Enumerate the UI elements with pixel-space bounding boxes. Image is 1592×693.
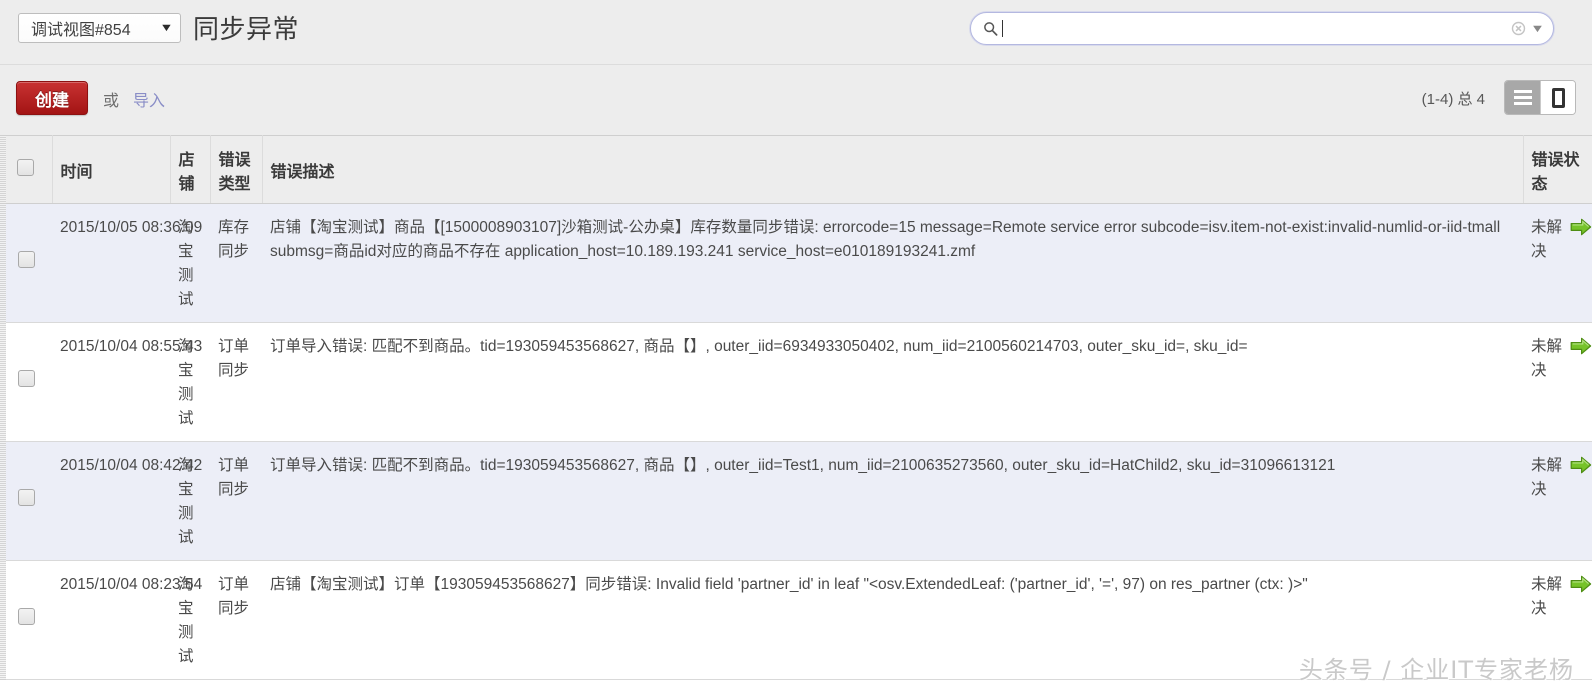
cell-time: 2015/10/04 08:55:43 bbox=[52, 322, 202, 443]
clear-icon[interactable] bbox=[1511, 21, 1526, 36]
cell-error-description: 订单导入错误: 匹配不到商品。tid=193059453568627, 商品【】… bbox=[262, 322, 1523, 443]
form-view-button[interactable] bbox=[1540, 81, 1575, 114]
status-badge: 未解决 bbox=[1531, 335, 1591, 383]
column-header-error-desc[interactable]: 错误描述 bbox=[262, 135, 1524, 204]
page-title: 同步异常 bbox=[193, 14, 300, 44]
table-row[interactable]: 2015/10/04 08:55:43 淘宝测试 订单同步 订单导入错误: 匹配… bbox=[0, 322, 1592, 443]
table-row[interactable]: 2015/10/04 08:23:54 淘宝测试 订单同步 店铺【淘宝测试】订单… bbox=[0, 560, 1592, 681]
status-badge: 未解决 bbox=[1531, 573, 1591, 621]
status-text: 未解决 bbox=[1531, 576, 1563, 618]
cell-time: 2015/10/04 08:42:42 bbox=[52, 441, 202, 562]
cell-shop-text: 淘宝测试 bbox=[178, 338, 194, 428]
table-row[interactable]: 2015/10/05 08:36:09 淘宝测试 库存同步 店铺【淘宝测试】商品… bbox=[0, 203, 1592, 324]
cell-error-status: 未解决 bbox=[1523, 203, 1592, 324]
green-arrow-right-icon[interactable] bbox=[1570, 575, 1592, 593]
select-all-header[interactable] bbox=[0, 135, 53, 204]
search-dropdown-icon[interactable]: ▼ bbox=[1530, 23, 1545, 35]
cell-error-type-text: 订单同步 bbox=[218, 338, 250, 380]
row-select-cell[interactable] bbox=[0, 203, 52, 324]
status-text: 未解决 bbox=[1531, 338, 1563, 380]
search-icon bbox=[984, 22, 998, 36]
cell-error-description: 店铺【淘宝测试】订单【193059453568627】同步错误: Invalid… bbox=[262, 560, 1523, 681]
row-checkbox[interactable] bbox=[17, 607, 35, 625]
cell-error-description: 订单导入错误: 匹配不到商品。tid=193059453568627, 商品【】… bbox=[262, 441, 1523, 562]
status-text: 未解决 bbox=[1531, 219, 1563, 261]
cell-time: 2015/10/04 08:23:54 bbox=[52, 560, 202, 681]
cell-error-status: 未解决 bbox=[1523, 560, 1592, 681]
table-header: 时间 店铺 错误类型 错误描述 错误状态 bbox=[0, 135, 1592, 204]
cell-error-status: 未解决 bbox=[1523, 322, 1592, 443]
cell-error-type-text: 订单同步 bbox=[218, 576, 250, 618]
top-bar: 调试视图#854 ▼ 同步异常 ▼ bbox=[0, 0, 1592, 65]
cell-error-type: 库存同步 bbox=[210, 203, 262, 324]
green-arrow-right-icon[interactable] bbox=[1570, 218, 1592, 236]
row-select-cell[interactable] bbox=[0, 322, 52, 443]
row-select-cell[interactable] bbox=[0, 560, 52, 681]
chevron-down-icon: ▼ bbox=[159, 22, 174, 34]
search-bar[interactable]: ▼ bbox=[970, 12, 1554, 45]
or-label: 或 bbox=[103, 93, 120, 110]
status-badge: 未解决 bbox=[1531, 454, 1591, 502]
form-view-icon bbox=[1551, 87, 1565, 108]
cell-shop-text: 淘宝测试 bbox=[178, 457, 194, 547]
list-view-icon bbox=[1513, 90, 1532, 105]
view-selector-label: 调试视图#854 bbox=[31, 22, 131, 39]
column-header-time[interactable]: 时间 bbox=[52, 135, 171, 204]
view-mode-toggle[interactable] bbox=[1504, 80, 1576, 115]
cell-shop-text: 淘宝测试 bbox=[178, 219, 194, 309]
search-input[interactable] bbox=[1003, 16, 1512, 41]
status-text: 未解决 bbox=[1531, 457, 1563, 499]
cell-error-type-text: 库存同步 bbox=[218, 219, 250, 261]
select-all-checkbox[interactable] bbox=[17, 158, 35, 176]
cell-error-type: 订单同步 bbox=[210, 441, 262, 562]
column-header-error-type[interactable]: 错误类型 bbox=[210, 135, 263, 204]
row-select-cell[interactable] bbox=[0, 441, 52, 562]
table-row[interactable]: 2015/10/04 08:42:42 淘宝测试 订单同步 订单导入错误: 匹配… bbox=[0, 441, 1592, 562]
row-checkbox[interactable] bbox=[17, 369, 35, 387]
green-arrow-right-icon[interactable] bbox=[1570, 456, 1592, 474]
table-header-row: 时间 店铺 错误类型 错误描述 错误状态 bbox=[0, 135, 1592, 204]
table-body: 2015/10/05 08:36:09 淘宝测试 库存同步 店铺【淘宝测试】商品… bbox=[0, 203, 1592, 681]
green-arrow-right-icon[interactable] bbox=[1570, 337, 1592, 355]
status-badge: 未解决 bbox=[1531, 216, 1591, 264]
list-view-button[interactable] bbox=[1505, 81, 1540, 114]
column-header-shop[interactable]: 店铺 bbox=[170, 135, 211, 204]
cell-error-type: 订单同步 bbox=[210, 322, 262, 443]
action-bar: 创建 或 导入 (1-4) 总 4 bbox=[0, 65, 1592, 135]
cell-time: 2015/10/05 08:36:09 bbox=[52, 203, 202, 324]
view-selector[interactable]: 调试视图#854 ▼ bbox=[18, 13, 181, 43]
column-header-error-status[interactable]: 错误状态 bbox=[1522, 135, 1592, 204]
row-checkbox[interactable] bbox=[17, 250, 35, 268]
cell-error-description: 店铺【淘宝测试】商品【[1500008903107]沙箱测试-公办桌】库存数量同… bbox=[262, 203, 1523, 324]
cell-error-status: 未解决 bbox=[1523, 441, 1592, 562]
create-button[interactable]: 创建 bbox=[16, 81, 88, 115]
records-table-container: 时间 店铺 错误类型 错误描述 错误状态 2015/10/05 08:36:09… bbox=[0, 135, 1592, 681]
pagination-info: (1-4) 总 4 bbox=[1421, 91, 1485, 108]
records-table: 时间 店铺 错误类型 错误描述 错误状态 2015/10/05 08:36:09… bbox=[0, 135, 1592, 681]
row-checkbox[interactable] bbox=[17, 488, 35, 506]
cell-shop-text: 淘宝测试 bbox=[178, 576, 194, 666]
cell-error-type: 订单同步 bbox=[210, 560, 262, 681]
import-link[interactable]: 导入 bbox=[133, 87, 165, 111]
cell-error-type-text: 订单同步 bbox=[218, 457, 250, 499]
